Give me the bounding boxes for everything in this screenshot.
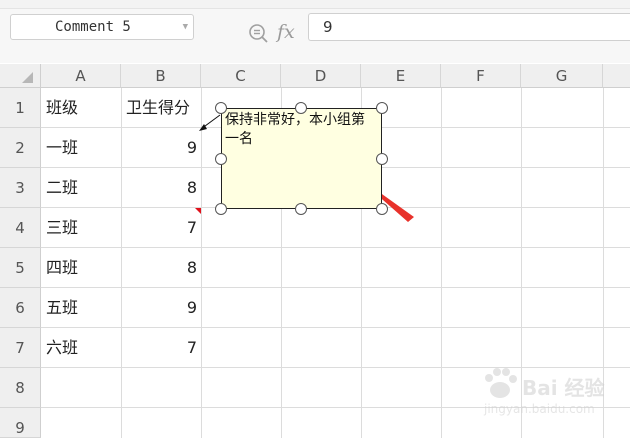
- cell-a2[interactable]: 一班: [41, 128, 121, 168]
- column-header-f[interactable]: F: [441, 64, 521, 88]
- name-box[interactable]: Comment 5 ▼: [10, 14, 194, 40]
- column-label: D: [314, 67, 327, 85]
- cell-a3[interactable]: 二班: [41, 168, 121, 208]
- row-label: 6: [15, 299, 25, 317]
- comment-indicator-b3[interactable]: [195, 208, 201, 214]
- watermark-url: jingyan.baidu.com: [484, 402, 595, 416]
- row-header-5[interactable]: 5: [0, 248, 41, 288]
- row-header-8[interactable]: 8: [0, 368, 41, 408]
- gridline: [201, 88, 202, 438]
- cell-a6[interactable]: 五班: [41, 288, 121, 328]
- column-header-a[interactable]: A: [41, 64, 121, 88]
- column-label: A: [75, 67, 86, 85]
- row-label: 1: [15, 99, 25, 117]
- resize-handle-e[interactable]: [376, 153, 388, 165]
- resize-handle-n[interactable]: [295, 102, 307, 114]
- zoom-formula-icon[interactable]: [248, 23, 268, 43]
- name-box-value: Comment 5: [55, 19, 131, 35]
- baidu-watermark: Bai 经验 jingyan.baidu.com: [478, 366, 618, 426]
- cell-b1[interactable]: 卫生得分: [121, 88, 201, 128]
- column-label: B: [155, 67, 166, 85]
- resize-handle-nw[interactable]: [215, 102, 227, 114]
- column-header-b[interactable]: B: [121, 64, 201, 88]
- toolbar-strip: [0, 0, 630, 9]
- fx-icon[interactable]: fx: [277, 21, 295, 43]
- cell-a7[interactable]: 六班: [41, 328, 121, 368]
- cell-b3[interactable]: 8: [121, 168, 201, 208]
- cell-b2[interactable]: 9: [121, 128, 201, 168]
- row-label: 7: [15, 339, 25, 357]
- column-label: E: [395, 67, 406, 85]
- column-header-h[interactable]: [603, 64, 630, 88]
- column-header-d[interactable]: D: [281, 64, 361, 88]
- cell-b7[interactable]: 7: [121, 328, 201, 368]
- cell-b6[interactable]: 9: [121, 288, 201, 328]
- column-header-g[interactable]: G: [521, 64, 603, 88]
- row-label: 9: [15, 419, 25, 437]
- resize-handle-ne[interactable]: [376, 102, 388, 114]
- paw-logo-icon: [485, 368, 517, 398]
- row-header-9[interactable]: 9: [0, 408, 41, 438]
- column-header-e[interactable]: E: [361, 64, 441, 88]
- comment-box[interactable]: 保持非常好，本小组第一名: [221, 108, 382, 209]
- column-label: F: [476, 67, 485, 85]
- row-header-3[interactable]: 3: [0, 168, 41, 208]
- column-header-c[interactable]: C: [201, 64, 281, 88]
- select-all-icon: [22, 72, 33, 83]
- resize-handle-sw[interactable]: [215, 203, 227, 215]
- formula-value: 9: [323, 18, 333, 36]
- formula-input[interactable]: 9: [308, 13, 630, 41]
- cell-b5[interactable]: 8: [121, 248, 201, 288]
- cell-b4[interactable]: 7: [121, 208, 201, 248]
- column-label: G: [555, 67, 568, 85]
- resize-handle-s[interactable]: [295, 203, 307, 215]
- row-label: 8: [15, 379, 25, 397]
- cell-a4[interactable]: 三班: [41, 208, 121, 248]
- row-label: 3: [15, 179, 25, 197]
- chevron-down-icon[interactable]: ▼: [183, 15, 188, 39]
- row-header-6[interactable]: 6: [0, 288, 41, 328]
- watermark-brand: Bai 经验: [522, 376, 605, 400]
- cell-a1[interactable]: 班级: [41, 88, 121, 128]
- row-label: 4: [15, 219, 25, 237]
- comment-text: 保持非常好，本小组第一名: [225, 112, 365, 147]
- row-header-4[interactable]: 4: [0, 208, 41, 248]
- resize-handle-se[interactable]: [376, 203, 388, 215]
- gridline: [441, 88, 442, 438]
- row-header-2[interactable]: 2: [0, 128, 41, 168]
- row-header-1[interactable]: 1: [0, 88, 41, 128]
- column-label: C: [235, 67, 246, 85]
- row-label: 5: [15, 259, 25, 277]
- select-all-corner[interactable]: [0, 64, 41, 88]
- resize-handle-w[interactable]: [215, 153, 227, 165]
- cell-a5[interactable]: 四班: [41, 248, 121, 288]
- row-header-7[interactable]: 7: [0, 328, 41, 368]
- row-label: 2: [15, 139, 25, 157]
